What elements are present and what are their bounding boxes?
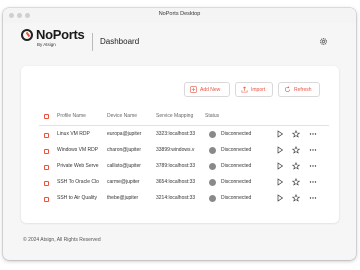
status-indicator: [209, 162, 216, 170]
table-row[interactable]: SSH to Air Quality thebe@jupiter 3214:lo…: [39, 191, 329, 207]
service-mapping: 33899:windows.v: [156, 147, 195, 153]
star-icon[interactable]: [292, 130, 300, 138]
noports-logo-icon: [21, 29, 33, 41]
device-name: thebe@jupiter: [107, 195, 139, 201]
status-indicator: [209, 194, 216, 202]
column-device-name: Device Name: [107, 113, 138, 119]
star-icon[interactable]: [292, 146, 300, 154]
service-mapping: 3654:localhost:33: [156, 179, 196, 185]
column-service-mapping: Service Mapping: [156, 113, 194, 119]
service-mapping: 3323:localhost:33: [156, 131, 196, 137]
more-options-icon[interactable]: [309, 130, 317, 138]
brand-name: NoPorts: [36, 27, 85, 42]
header-divider-line: [39, 125, 329, 126]
import-label: Import: [251, 86, 266, 93]
footer-copyright: © 2024 Atsign, All Rights Reserved: [23, 237, 101, 243]
device-name: carme@jupiter: [107, 179, 140, 185]
status-indicator: [209, 178, 216, 186]
row-checkbox[interactable]: [44, 180, 49, 186]
profile-name: Private Web Serve: [57, 163, 99, 169]
profiles-panel: Add New Import Refresh Profile Name Devi…: [21, 66, 339, 223]
more-options-icon[interactable]: [309, 194, 317, 202]
table-row[interactable]: Linux VM RDP europa@jupiter 3323:localho…: [39, 127, 329, 143]
play-icon[interactable]: [276, 146, 284, 154]
refresh-icon: [285, 86, 290, 92]
window-title: NoPorts Desktop: [158, 11, 201, 17]
select-all-checkbox[interactable]: [44, 113, 49, 119]
title-bar: NoPorts Desktop: [3, 8, 356, 23]
profile-name: Linux VM RDP: [57, 131, 90, 137]
table-row[interactable]: Windows VM RDP charon@jupiter 33899:wind…: [39, 143, 329, 159]
column-status: Status: [205, 113, 220, 119]
profile-name: SSH To Oracle Clo: [57, 179, 99, 185]
page-title: Dashboard: [100, 37, 140, 46]
star-icon[interactable]: [292, 194, 300, 202]
more-options-icon[interactable]: [309, 146, 317, 154]
column-profile-name: Profile Name: [57, 113, 86, 119]
play-icon[interactable]: [276, 178, 284, 186]
profile-name: Windows VM RDP: [57, 147, 99, 153]
row-checkbox[interactable]: [44, 164, 49, 170]
add-new-button[interactable]: Add New: [184, 82, 230, 97]
refresh-button[interactable]: Refresh: [278, 82, 320, 97]
star-icon[interactable]: [292, 178, 300, 186]
star-icon[interactable]: [292, 162, 300, 170]
play-icon[interactable]: [276, 130, 284, 138]
row-checkbox[interactable]: [44, 132, 49, 138]
profile-name: SSH to Air Quality: [57, 195, 98, 201]
play-icon[interactable]: [276, 162, 284, 170]
device-name: europa@jupiter: [107, 131, 142, 137]
refresh-label: Refresh: [294, 86, 312, 93]
status-text: Disconnected: [221, 195, 252, 201]
app-window: NoPorts Desktop NoPorts By Atsign Dashbo…: [3, 8, 356, 260]
upload-icon: [241, 86, 248, 93]
row-checkbox[interactable]: [44, 196, 49, 202]
header-divider: [92, 33, 93, 51]
device-name: charon@jupiter: [107, 147, 141, 153]
device-name: callisto@jupiter: [107, 163, 141, 169]
status-text: Disconnected: [221, 163, 252, 169]
import-button[interactable]: Import: [235, 82, 273, 97]
status-text: Disconnected: [221, 131, 252, 137]
status-text: Disconnected: [221, 179, 252, 185]
row-checkbox[interactable]: [44, 148, 49, 154]
add-icon: [190, 86, 197, 93]
status-indicator: [209, 130, 216, 138]
table-row[interactable]: Private Web Serve callisto@jupiter 3789:…: [39, 159, 329, 175]
brand-subtitle: By Atsign: [37, 42, 56, 47]
status-indicator: [209, 146, 216, 154]
service-mapping: 3214:localhost:33: [156, 195, 196, 201]
table-header: Profile Name Device Name Service Mapping…: [39, 111, 329, 121]
status-text: Disconnected: [221, 147, 252, 153]
add-new-label: Add New: [200, 86, 221, 93]
play-icon[interactable]: [276, 194, 284, 202]
more-options-icon[interactable]: [309, 162, 317, 170]
table-row[interactable]: SSH To Oracle Clo carme@jupiter 3654:loc…: [39, 175, 329, 191]
more-options-icon[interactable]: [309, 178, 317, 186]
gear-icon[interactable]: [319, 37, 328, 46]
service-mapping: 3789:localhost:33: [156, 163, 196, 169]
